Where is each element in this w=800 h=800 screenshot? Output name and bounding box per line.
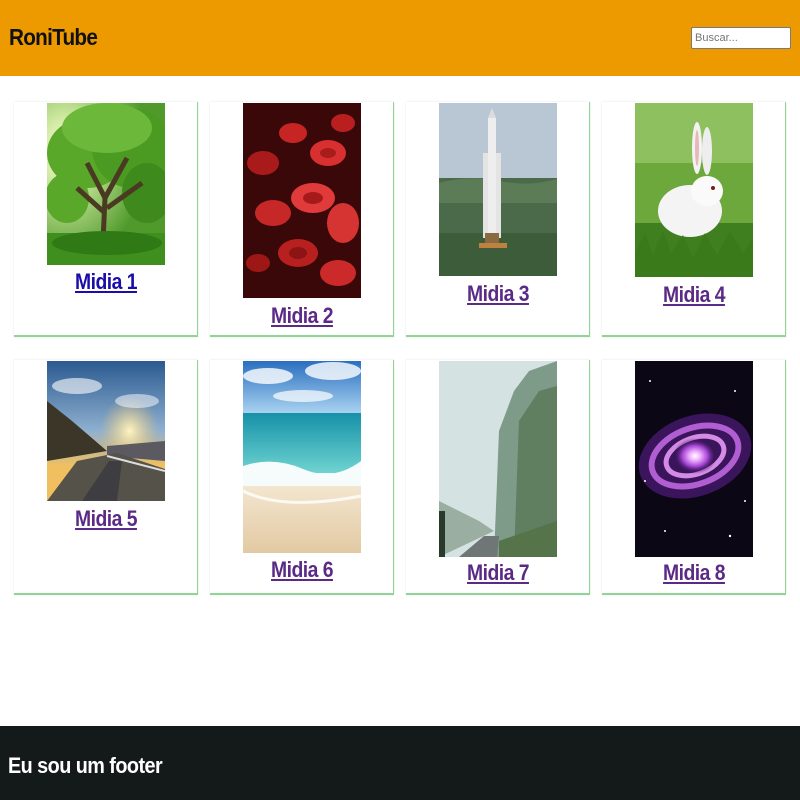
galaxy-image[interactable]	[635, 361, 753, 557]
media-link-3[interactable]: Midia 3	[417, 281, 579, 307]
media-link-2[interactable]: Midia 2	[221, 303, 383, 329]
media-card-4[interactable]: Midia 4	[602, 102, 786, 337]
media-link-5[interactable]: Midia 5	[25, 506, 187, 532]
media-card-5[interactable]: Midia 5	[14, 360, 198, 595]
beach-image[interactable]	[243, 361, 361, 553]
media-card-7[interactable]: Midia 7	[406, 360, 590, 595]
site-logo[interactable]: RoniTube	[9, 24, 98, 51]
media-card-8[interactable]: Midia 8	[602, 360, 786, 595]
foggy-forest-road-image[interactable]	[439, 361, 557, 557]
media-link-4[interactable]: Midia 4	[613, 282, 775, 308]
media-link-1[interactable]: Midia 1	[25, 269, 187, 295]
media-card-2[interactable]: Midia 2	[210, 102, 394, 337]
blood-cells-image[interactable]	[243, 103, 361, 298]
media-card-3[interactable]: Midia 3	[406, 102, 590, 337]
search-input[interactable]	[691, 27, 791, 49]
rocket-launch-image[interactable]	[439, 103, 557, 276]
media-link-6[interactable]: Midia 6	[221, 557, 383, 583]
tree-image[interactable]	[47, 103, 165, 265]
white-rabbit-image[interactable]	[635, 103, 753, 277]
header-bar: RoniTube	[0, 0, 800, 76]
media-card-1[interactable]: Midia 1	[14, 102, 198, 337]
media-link-7[interactable]: Midia 7	[417, 560, 579, 586]
media-card-6[interactable]: Midia 6	[210, 360, 394, 595]
media-link-8[interactable]: Midia 8	[613, 560, 775, 586]
footer-text: Eu sou um footer	[8, 753, 163, 778]
mountain-road-sunset-image[interactable]	[47, 361, 165, 501]
footer: Eu sou um footer	[0, 726, 800, 800]
